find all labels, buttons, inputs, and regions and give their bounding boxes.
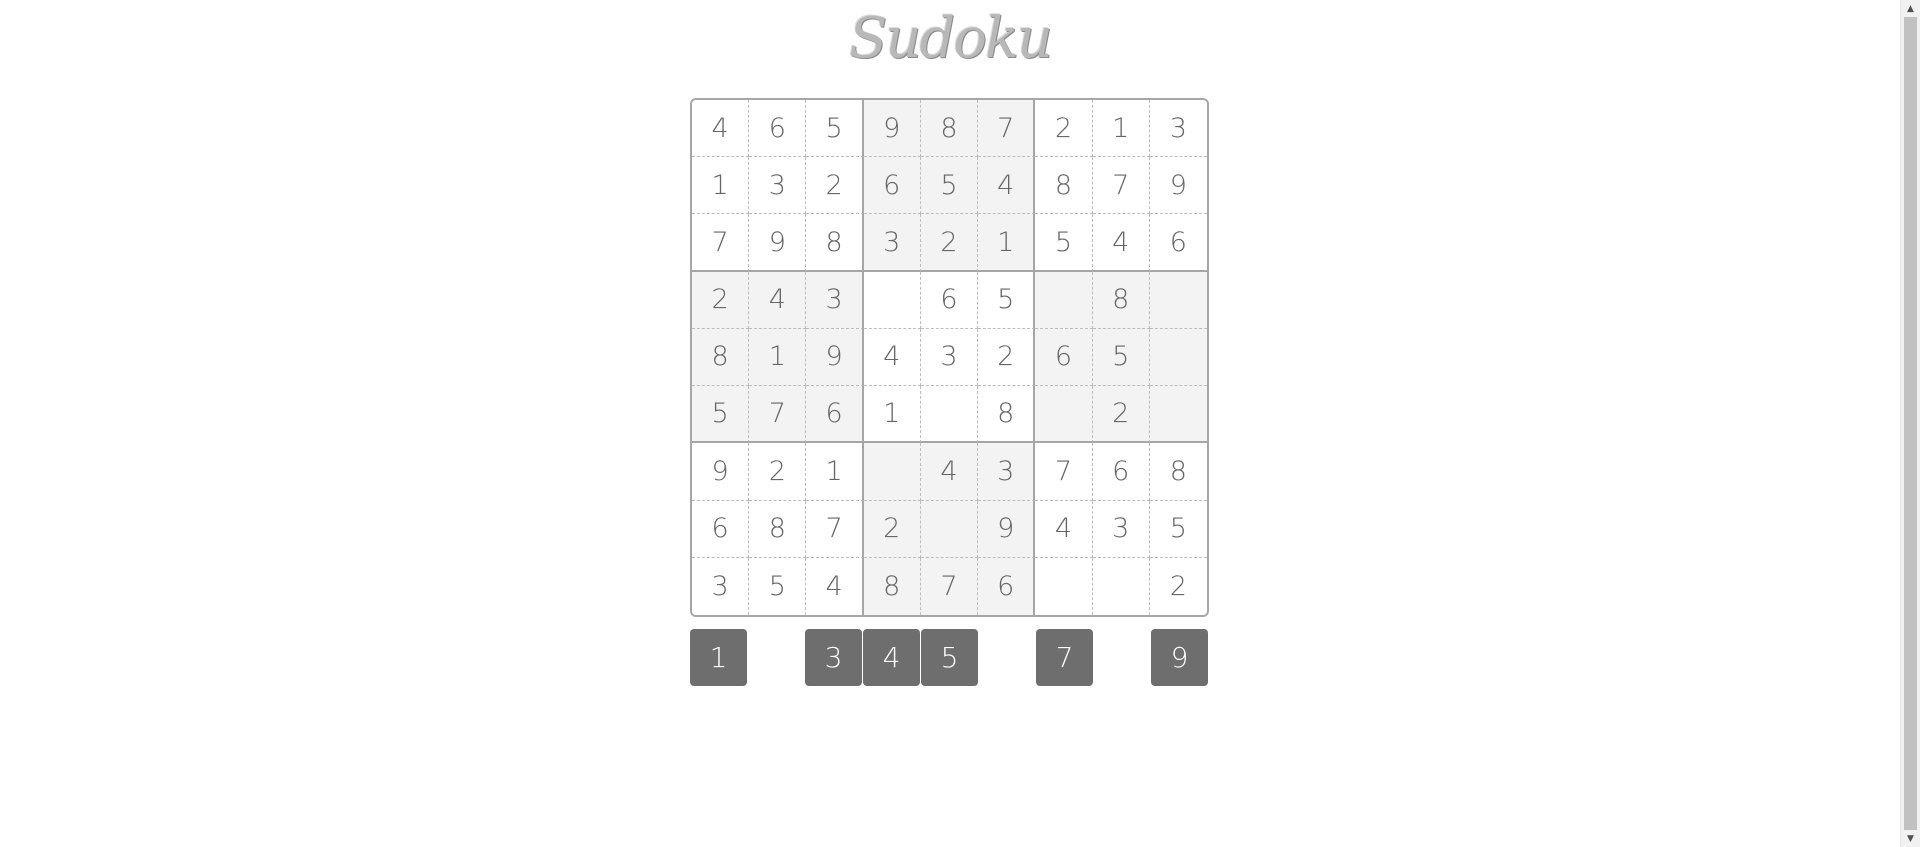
sudoku-cell[interactable]: 8 xyxy=(806,214,864,272)
sudoku-cell[interactable]: 4 xyxy=(863,328,921,387)
scroll-down-icon[interactable]: ▼ xyxy=(1901,830,1920,847)
sudoku-cell[interactable]: 2 xyxy=(1035,100,1093,158)
number-pad: 1 345 7 9 xyxy=(690,629,1209,686)
number-button-3[interactable]: 3 xyxy=(805,629,862,686)
empty-cell[interactable] xyxy=(863,271,921,329)
sudoku-cell[interactable]: 5 xyxy=(1092,328,1150,387)
scroll-up-icon[interactable]: ▲ xyxy=(1901,0,1920,17)
sudoku-cell[interactable]: 5 xyxy=(1149,500,1207,558)
sudoku-cell[interactable]: 9 xyxy=(1149,157,1207,215)
sudoku-cell[interactable]: 1 xyxy=(978,214,1036,272)
sudoku-cell[interactable]: 5 xyxy=(806,100,864,158)
number-button-7[interactable]: 7 xyxy=(1036,629,1093,686)
sudoku-cell[interactable]: 5 xyxy=(1035,214,1093,272)
empty-cell[interactable] xyxy=(1035,557,1093,615)
number-button-1[interactable]: 1 xyxy=(690,629,747,686)
sudoku-cell[interactable]: 7 xyxy=(920,557,979,615)
sudoku-cell[interactable]: 8 xyxy=(920,100,979,158)
sudoku-cell[interactable]: 9 xyxy=(749,214,807,272)
sudoku-cell[interactable]: 6 xyxy=(920,271,979,329)
sudoku-cell[interactable]: 5 xyxy=(692,386,750,444)
sudoku-cell[interactable]: 1 xyxy=(863,386,921,444)
sudoku-cell[interactable]: 4 xyxy=(978,157,1036,215)
sudoku-cell[interactable]: 8 xyxy=(863,557,921,615)
sudoku-cell[interactable]: 9 xyxy=(863,100,921,158)
sudoku-cell[interactable]: 6 xyxy=(749,100,807,158)
sudoku-cell[interactable]: 1 xyxy=(749,328,807,387)
sudoku-cell[interactable]: 7 xyxy=(749,386,807,444)
number-button-4[interactable]: 4 xyxy=(863,629,920,686)
sudoku-cell[interactable]: 2 xyxy=(1092,386,1150,444)
sudoku-cell[interactable]: 3 xyxy=(1092,500,1150,558)
sudoku-cell[interactable]: 8 xyxy=(1149,443,1207,501)
sudoku-cell[interactable]: 5 xyxy=(920,157,979,215)
sudoku-cell[interactable]: 8 xyxy=(692,328,750,387)
sudoku-cell[interactable]: 4 xyxy=(1035,500,1093,558)
sudoku-cell[interactable]: 8 xyxy=(749,500,807,558)
sudoku-cell[interactable]: 9 xyxy=(806,328,864,387)
sudoku-cell[interactable]: 7 xyxy=(692,214,750,272)
sudoku-cell[interactable]: 4 xyxy=(920,443,979,501)
sudoku-cell[interactable]: 3 xyxy=(806,271,864,329)
number-button-9[interactable]: 9 xyxy=(1151,629,1208,686)
sudoku-cell[interactable]: 2 xyxy=(863,500,921,558)
sudoku-cell[interactable]: 4 xyxy=(1092,214,1150,272)
sudoku-cell[interactable]: 7 xyxy=(978,100,1036,158)
sudoku-cell[interactable]: 1 xyxy=(1092,100,1150,158)
sudoku-page: Sudoku 465987213132654879798321546243658… xyxy=(0,0,1920,847)
sudoku-cell[interactable]: 2 xyxy=(806,157,864,215)
empty-cell[interactable] xyxy=(1149,271,1207,329)
sudoku-cell[interactable]: 3 xyxy=(692,557,750,615)
sudoku-cell[interactable]: 1 xyxy=(806,443,864,501)
app-title: Sudoku xyxy=(849,6,1053,71)
sudoku-cell[interactable]: 2 xyxy=(749,443,807,501)
sudoku-cell[interactable]: 6 xyxy=(1035,328,1093,387)
sudoku-cell[interactable]: 6 xyxy=(1092,443,1150,501)
empty-cell[interactable] xyxy=(1035,271,1093,329)
sudoku-cell[interactable]: 7 xyxy=(1035,443,1093,501)
number-button-5[interactable]: 5 xyxy=(921,629,978,686)
sudoku-cell[interactable]: 4 xyxy=(806,557,864,615)
sudoku-cell[interactable]: 6 xyxy=(1149,214,1207,272)
sudoku-cell[interactable]: 3 xyxy=(863,214,921,272)
sudoku-cell[interactable]: 9 xyxy=(978,500,1036,558)
sudoku-cell[interactable]: 3 xyxy=(1149,100,1207,158)
empty-cell[interactable] xyxy=(1149,386,1207,444)
sudoku-cell[interactable]: 7 xyxy=(806,500,864,558)
sudoku-cell[interactable]: 2 xyxy=(978,328,1036,387)
sudoku-cell[interactable]: 2 xyxy=(692,271,750,329)
sudoku-cell[interactable]: 6 xyxy=(692,500,750,558)
empty-cell[interactable] xyxy=(1092,557,1150,615)
sudoku-cell[interactable]: 8 xyxy=(1092,271,1150,329)
sudoku-cell[interactable]: 8 xyxy=(1035,157,1093,215)
sudoku-cell[interactable]: 5 xyxy=(749,557,807,615)
sudoku-cell[interactable]: 2 xyxy=(920,214,979,272)
empty-cell[interactable] xyxy=(1035,386,1093,444)
sudoku-cell[interactable]: 9 xyxy=(692,443,750,501)
sudoku-cell[interactable]: 3 xyxy=(749,157,807,215)
empty-cell[interactable] xyxy=(1149,328,1207,387)
empty-cell[interactable] xyxy=(863,443,921,501)
sudoku-cell[interactable]: 4 xyxy=(749,271,807,329)
sudoku-cell[interactable]: 8 xyxy=(978,386,1036,444)
sudoku-cell[interactable]: 6 xyxy=(978,557,1036,615)
vertical-scrollbar[interactable]: ▲ ▼ xyxy=(1900,0,1920,847)
sudoku-cell[interactable]: 4 xyxy=(692,100,750,158)
sudoku-cell[interactable]: 5 xyxy=(978,271,1036,329)
sudoku-cell[interactable]: 1 xyxy=(692,157,750,215)
empty-cell[interactable] xyxy=(920,386,979,444)
sudoku-cell[interactable]: 3 xyxy=(978,443,1036,501)
sudoku-cell[interactable]: 6 xyxy=(806,386,864,444)
scroll-thumb[interactable] xyxy=(1904,17,1917,830)
empty-cell[interactable] xyxy=(920,500,979,558)
sudoku-cell[interactable]: 7 xyxy=(1092,157,1150,215)
sudoku-board: 4659872131326548797983215462436588194326… xyxy=(690,98,1209,617)
sudoku-cell[interactable]: 2 xyxy=(1149,557,1207,615)
sudoku-cell[interactable]: 6 xyxy=(863,157,921,215)
sudoku-cell[interactable]: 3 xyxy=(920,328,979,387)
